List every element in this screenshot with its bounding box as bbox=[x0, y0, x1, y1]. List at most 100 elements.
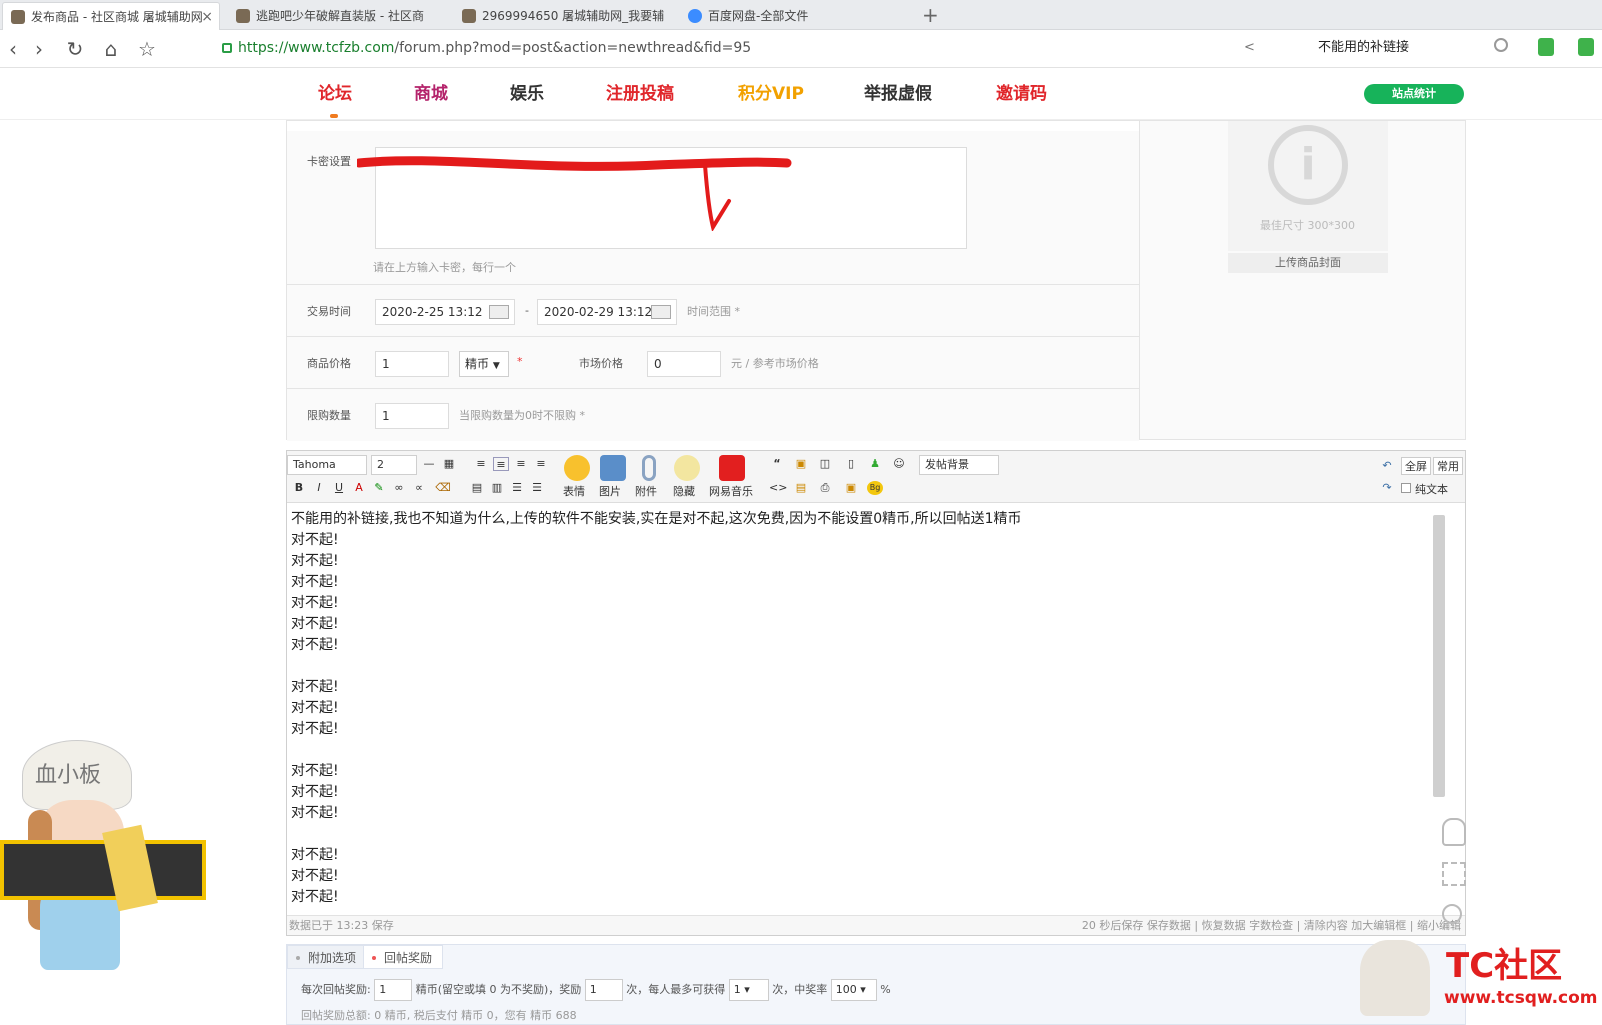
autosave-status: 数据已于 13:23 保存 bbox=[289, 919, 394, 932]
highlight-icon[interactable]: ✎ bbox=[371, 481, 387, 495]
paperclip-icon bbox=[642, 455, 656, 481]
reply-reward-panel: 附加选项 回帖奖励 每次回帖奖励: 1 精币(留空或填 0 为不奖励)，奖励 1… bbox=[286, 944, 1466, 1025]
url-field[interactable]: https://www.tcfzb.com/forum.php?mod=post… bbox=[238, 40, 751, 56]
forward-button[interactable]: › bbox=[26, 36, 52, 62]
tab-escape-game[interactable]: 逃跑吧少年破解直装版 - 社区商 bbox=[228, 2, 448, 30]
redo-icon[interactable]: ↷ bbox=[1379, 481, 1395, 495]
bookmark-star-icon[interactable]: ☆ bbox=[134, 36, 160, 62]
post-background-select[interactable]: 发帖背景 bbox=[919, 455, 999, 475]
emoji-label: 表情 bbox=[563, 485, 585, 498]
extension-icon[interactable] bbox=[1578, 38, 1594, 56]
justify-icon[interactable]: ≡ bbox=[533, 457, 549, 471]
attachment-button[interactable]: 附件 bbox=[631, 455, 667, 499]
tab-reply-reward[interactable]: 回帖奖励 bbox=[363, 945, 444, 969]
bg-icon[interactable]: Bg bbox=[867, 481, 883, 495]
float-left-icon[interactable]: ▤ bbox=[469, 481, 485, 495]
price-input[interactable]: 1 bbox=[375, 351, 449, 377]
market-price-input[interactable]: 0 bbox=[647, 351, 721, 377]
nav-forum[interactable]: 论坛 bbox=[318, 84, 352, 104]
horizontal-rule-icon[interactable]: — bbox=[421, 457, 437, 471]
reward-amount-input[interactable]: 1 bbox=[374, 979, 413, 1001]
share-icon[interactable]: < bbox=[1244, 40, 1255, 55]
limit-input[interactable]: 1 bbox=[375, 403, 449, 429]
align-center-icon[interactable]: ≡ bbox=[493, 457, 509, 471]
qq-icon[interactable]: ☺ bbox=[891, 457, 907, 471]
flash-icon[interactable]: ◫ bbox=[817, 457, 833, 471]
font-select[interactable]: Tahoma bbox=[287, 455, 367, 475]
editor-line: 对不起! bbox=[291, 616, 339, 632]
tab-user-profile[interactable]: 2969994650 屠城辅助网_我要辅 bbox=[454, 2, 670, 30]
fullscreen-button[interactable]: 全屏 bbox=[1401, 457, 1431, 475]
nav-report-fake[interactable]: 举报虚假 bbox=[864, 84, 932, 104]
float-right-icon[interactable]: ▥ bbox=[489, 481, 505, 495]
nav-register-submit[interactable]: 注册投稿 bbox=[606, 84, 674, 104]
search-icon[interactable] bbox=[1494, 38, 1508, 52]
nav-entertainment[interactable]: 娱乐 bbox=[510, 84, 544, 104]
align-left-icon[interactable]: ≡ bbox=[473, 457, 489, 471]
reload-button[interactable]: ↻ bbox=[62, 36, 88, 62]
site-favicon-icon bbox=[236, 9, 250, 23]
reward-rate-select[interactable]: 100 ▾ bbox=[830, 979, 877, 1001]
bullet-list-icon[interactable]: ☰ bbox=[529, 481, 545, 495]
editor-content[interactable]: 不能用的补链接,我也不知道为什么,上传的软件不能安装,实在是对不起,这次免费,因… bbox=[291, 509, 1431, 908]
site-search-icon[interactable] bbox=[1442, 904, 1462, 924]
home-button[interactable]: ⌂ bbox=[98, 36, 124, 62]
reward-max-select[interactable]: 1 ▾ bbox=[728, 979, 769, 1001]
shield-icon[interactable] bbox=[1538, 38, 1554, 56]
nav-mall[interactable]: 商城 bbox=[414, 84, 448, 104]
tab-extra-options[interactable]: 附加选项 bbox=[287, 945, 368, 969]
underline-icon[interactable]: U bbox=[331, 481, 347, 495]
table-icon[interactable]: ▦ bbox=[441, 457, 457, 471]
search-input[interactable]: 不能用的补链接 bbox=[1318, 34, 1502, 62]
bulb-icon bbox=[674, 455, 700, 481]
netease-music-button[interactable]: 网易音乐 bbox=[705, 455, 761, 499]
plain-text-checkbox[interactable] bbox=[1401, 483, 1411, 493]
info-icon: i bbox=[1268, 125, 1348, 205]
print-icon[interactable]: ⎙ bbox=[817, 481, 833, 495]
common-button[interactable]: 常用 bbox=[1433, 457, 1463, 475]
page-icon[interactable]: ▯ bbox=[843, 457, 859, 471]
clear-format-icon[interactable]: ⌫ bbox=[435, 481, 451, 495]
ordered-list-icon[interactable]: ☰ bbox=[509, 481, 525, 495]
upload-cover-button[interactable]: 上传商品封面 bbox=[1228, 253, 1388, 273]
editor-scrollbar[interactable] bbox=[1433, 515, 1445, 797]
bold-icon[interactable]: B bbox=[291, 481, 307, 495]
hide-button[interactable]: 隐藏 bbox=[669, 455, 705, 499]
reward-times-input[interactable]: 1 bbox=[584, 979, 623, 1001]
tab-dot-icon bbox=[296, 956, 300, 960]
tab-publish-product[interactable]: 发布商品 - 社区商城 屠城辅助网 × bbox=[2, 2, 220, 30]
new-tab-button[interactable]: + bbox=[922, 2, 939, 28]
link-icon[interactable]: ∞ bbox=[391, 481, 407, 495]
back-button[interactable]: ‹ bbox=[0, 36, 26, 62]
unlink-icon[interactable]: ∝ bbox=[411, 481, 427, 495]
lock-content-icon[interactable]: ▣ bbox=[793, 457, 809, 471]
tab-baidu-pan[interactable]: 百度网盘-全部文件 bbox=[680, 2, 890, 30]
font-color-icon[interactable]: A bbox=[351, 481, 367, 495]
align-right-icon[interactable]: ≡ bbox=[513, 457, 529, 471]
calendar-icon[interactable] bbox=[489, 305, 509, 319]
editor-actions[interactable]: 20 秒后保存 保存数据 | 恢复数据 字数检查 | 清除内容 加大编辑框 | … bbox=[1082, 916, 1461, 936]
password-icon[interactable]: ▤ bbox=[793, 481, 809, 495]
user-icon[interactable]: ♟ bbox=[867, 457, 883, 471]
market-price-value: 0 bbox=[654, 357, 662, 371]
back-to-top-rocket-icon[interactable] bbox=[1442, 818, 1466, 846]
font-size-select[interactable]: 2 bbox=[371, 455, 417, 475]
undo-icon[interactable]: ↶ bbox=[1379, 459, 1395, 473]
site-stats-button[interactable]: 站点统计 bbox=[1364, 84, 1464, 104]
price-value: 1 bbox=[382, 357, 390, 371]
editor-line: 对不起! bbox=[291, 763, 339, 779]
address-bar-row: ‹ › ↻ ⌂ ☆ https://www.tcfzb.com/forum.ph… bbox=[0, 30, 1602, 68]
nav-points-vip[interactable]: 积分VIP bbox=[738, 84, 804, 104]
currency-select[interactable]: 精币 ▼ bbox=[459, 351, 509, 377]
emoji-button[interactable]: 表情 bbox=[559, 455, 595, 499]
qr-code-icon[interactable] bbox=[1442, 862, 1466, 886]
quote-icon[interactable]: “ bbox=[769, 457, 785, 471]
free-content-icon[interactable]: ▣ bbox=[843, 481, 859, 495]
calendar-icon[interactable] bbox=[651, 305, 671, 319]
code-icon[interactable]: <> bbox=[769, 481, 787, 495]
nav-invite-code[interactable]: 邀请码 bbox=[996, 84, 1047, 104]
italic-icon[interactable]: I bbox=[311, 481, 327, 495]
close-tab-icon[interactable]: × bbox=[201, 3, 213, 30]
image-button[interactable]: 图片 bbox=[595, 455, 631, 499]
